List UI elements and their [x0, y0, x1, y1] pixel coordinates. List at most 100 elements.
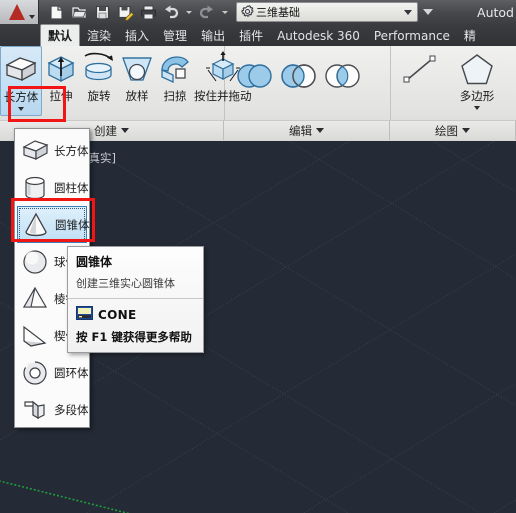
printer-icon	[140, 5, 156, 19]
ribbon-tab-bar: 默认 渲染 插入 管理 输出 插件 Autodesk 360 Performan…	[0, 24, 516, 46]
window-title: Autod	[477, 4, 514, 20]
menu-item-polysolid[interactable]: 多段体	[15, 391, 89, 428]
open-folder-icon	[71, 6, 86, 18]
wedge-icon	[18, 319, 52, 352]
ribbon-button-loft[interactable]: 放样	[118, 46, 156, 116]
box-solid-icon	[1, 50, 41, 90]
extrude-icon	[42, 49, 80, 89]
menu-item-torus-label: 圆环体	[54, 365, 89, 380]
torus-icon	[18, 356, 52, 389]
command-prompt-icon	[76, 305, 93, 324]
ribbon-button-extrude[interactable]: 拉伸	[42, 46, 80, 116]
workspace-label: 三维基础	[256, 5, 300, 19]
revolve-icon	[80, 49, 118, 89]
ribbon-button-polygon-label: 多边形	[459, 89, 495, 103]
panel-title-draw[interactable]: 绘图	[390, 120, 516, 140]
save-button[interactable]	[91, 2, 113, 23]
save-as-icon	[117, 5, 134, 21]
tab-plugins[interactable]: 插件	[232, 25, 270, 46]
cone-tooltip: 圆锥体 创建三维实心圆锥体 CONE 按 F1 键获得更多帮助	[67, 246, 204, 353]
tooltip-description: 创建三维实心圆锥体	[76, 277, 175, 290]
panel-title-edit[interactable]: 编辑	[224, 120, 390, 140]
polygon-icon	[457, 49, 497, 89]
chevron-down-icon	[121, 128, 129, 133]
ribbon-button-presspull[interactable]: 按住并拖动	[194, 46, 252, 116]
tab-render[interactable]: 渲染	[80, 25, 118, 46]
save-disk-icon	[95, 5, 109, 19]
menu-item-cylinder-label: 圆柱体	[54, 180, 89, 195]
panel-title-draw-label: 绘图	[435, 123, 458, 138]
chevron-down-icon	[462, 128, 470, 133]
menu-item-cone-label: 圆锥体	[55, 217, 90, 232]
box-solid-icon	[18, 134, 52, 167]
presspull-icon	[201, 49, 245, 89]
tab-autodesk-360[interactable]: Autodesk 360	[270, 25, 367, 46]
ribbon-button-sweep[interactable]: 扫掠	[156, 46, 194, 116]
new-file-icon	[49, 4, 63, 20]
panel-title-edit-label: 编辑	[289, 123, 312, 138]
ribbon-button-revolve-label: 旋转	[87, 89, 111, 103]
menu-item-box[interactable]: 长方体	[15, 132, 89, 169]
new-file-button[interactable]	[45, 2, 67, 23]
green-axis-line	[0, 480, 131, 513]
quick-access-toolbar	[39, 2, 231, 23]
ribbon-button-polygon[interactable]: 多边形	[449, 46, 505, 116]
tooltip-command: CONE	[98, 307, 137, 322]
tab-performance[interactable]: Performance	[367, 25, 457, 46]
redo-button[interactable]	[196, 2, 218, 23]
tooltip-title: 圆锥体	[76, 255, 113, 269]
ribbon-panel-create: 长方体 拉伸 旋转 放样 扫掠 按住并拖动	[0, 46, 252, 120]
panel-title-create-label: 创建	[94, 123, 117, 138]
save-as-button[interactable]	[114, 2, 136, 23]
ribbon-button-line[interactable]	[391, 46, 449, 116]
menu-item-cylinder[interactable]: 圆柱体	[15, 169, 89, 206]
title-bar: 三维基础 Autod	[0, 0, 516, 24]
line-icon	[399, 49, 441, 89]
undo-dropdown-arrow-icon[interactable]	[186, 10, 192, 14]
ribbon-button-extrude-label: 拉伸	[49, 89, 73, 103]
pyramid-icon	[18, 282, 52, 315]
chevron-down-icon	[29, 15, 35, 19]
menu-item-torus[interactable]: 圆环体	[15, 354, 89, 391]
qat-customize-arrow-icon[interactable]	[423, 9, 433, 15]
menu-item-polysolid-label: 多段体	[54, 402, 89, 417]
ribbon-button-box-label: 长方体	[3, 90, 39, 104]
tab-output[interactable]: 输出	[194, 25, 232, 46]
redo-dropdown-arrow-icon[interactable]	[222, 10, 228, 14]
ribbon-panel-draw: 多边形	[390, 46, 516, 120]
chevron-down-icon[interactable]	[404, 9, 412, 15]
open-file-button[interactable]	[68, 2, 90, 23]
ribbon-button-loft-label: 放样	[125, 89, 149, 103]
application-menu-button[interactable]	[0, 0, 39, 24]
undo-button[interactable]	[160, 2, 182, 23]
cone-icon	[19, 208, 53, 241]
ribbon-button-subtract[interactable]	[277, 54, 321, 98]
polysolid-icon	[18, 393, 52, 426]
menu-item-cone[interactable]: 圆锥体	[17, 206, 90, 243]
tooltip-separator	[68, 298, 203, 299]
ribbon-button-revolve[interactable]: 旋转	[80, 46, 118, 116]
chevron-down-icon[interactable]	[18, 106, 24, 111]
chevron-down-icon	[316, 128, 324, 133]
tab-featured[interactable]: 精	[457, 25, 483, 46]
subtract-icon	[281, 64, 316, 88]
cylinder-icon	[18, 171, 52, 204]
ribbon-button-box[interactable]: 长方体	[0, 46, 42, 116]
tab-insert[interactable]: 插入	[118, 25, 156, 46]
sweep-icon	[156, 49, 194, 89]
gear-icon	[241, 3, 254, 22]
chevron-down-icon[interactable]	[474, 105, 480, 110]
tooltip-help-text: 按 F1 键获得更多帮助	[76, 330, 192, 344]
print-button[interactable]	[137, 2, 159, 23]
tab-manage[interactable]: 管理	[156, 25, 194, 46]
sphere-icon	[18, 245, 52, 278]
intersect-icon	[325, 64, 360, 88]
workspace-selector[interactable]: 三维基础	[236, 2, 418, 22]
ribbon-button-presspull-label: 按住并拖动	[194, 89, 252, 103]
ribbon-button-sweep-label: 扫掠	[163, 89, 187, 103]
autocad-a-logo-icon	[9, 4, 25, 20]
tab-default[interactable]: 默认	[40, 24, 81, 46]
ribbon-button-intersect[interactable]	[321, 54, 365, 98]
menu-item-box-label: 长方体	[54, 143, 89, 158]
undo-arrow-icon	[165, 5, 179, 18]
